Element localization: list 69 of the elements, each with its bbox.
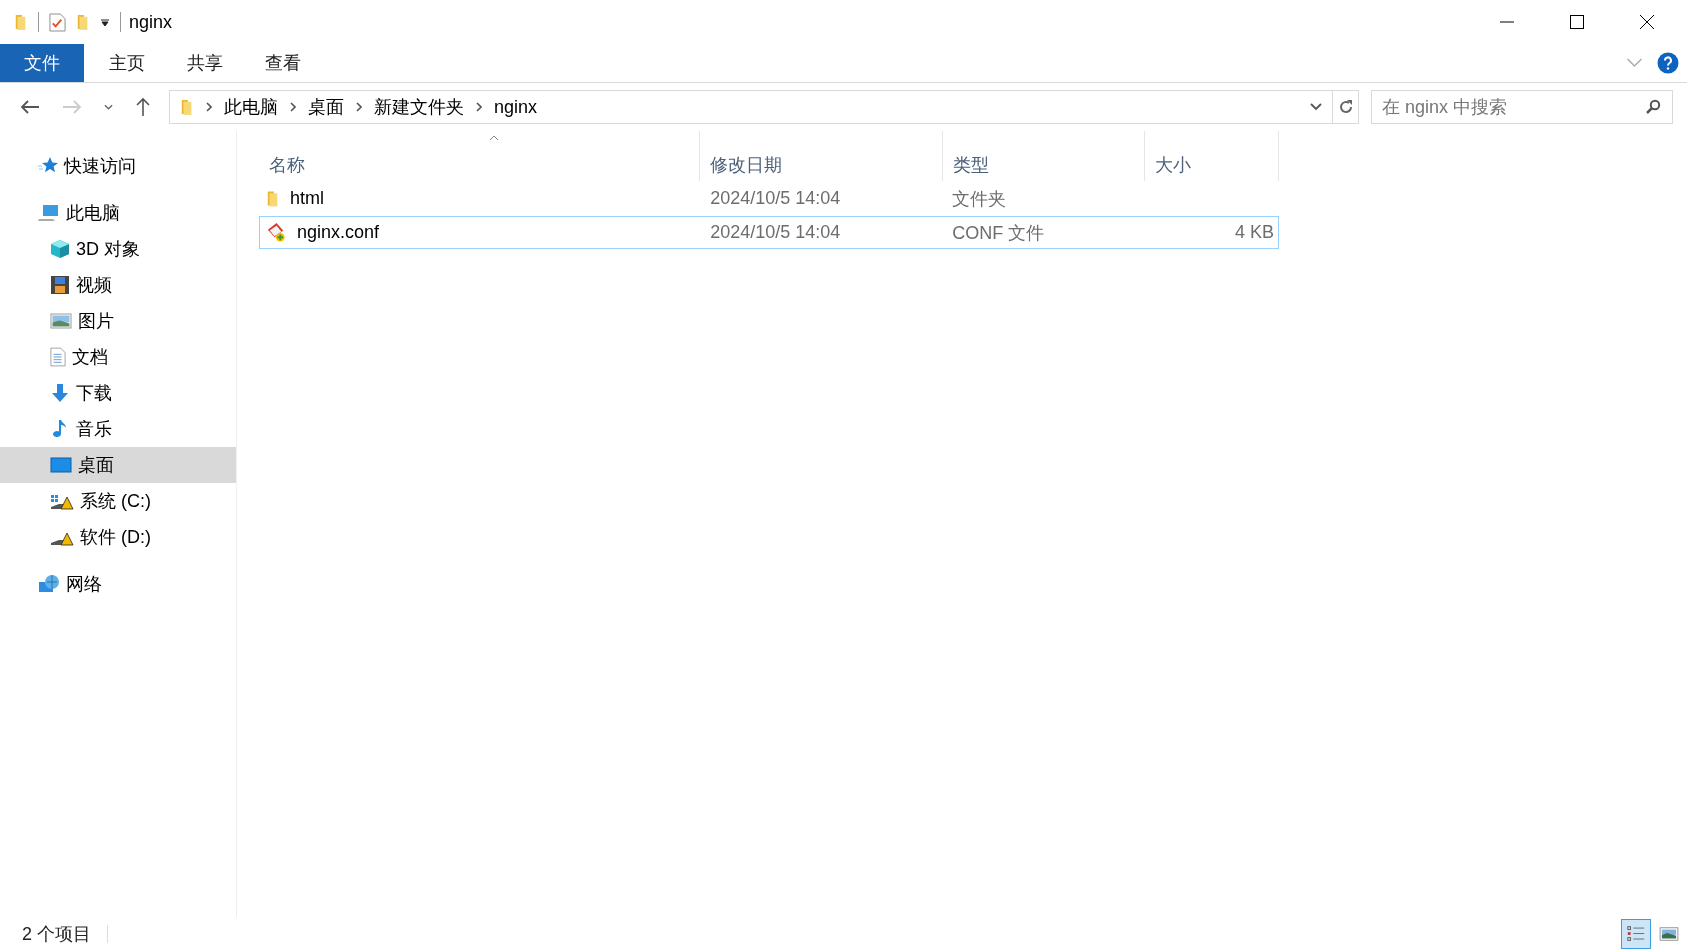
- column-header[interactable]: 类型: [942, 131, 1146, 181]
- sidebar-item[interactable]: 软件 (D:): [0, 519, 236, 555]
- ribbon-tab[interactable]: 主页: [88, 44, 166, 82]
- sort-ascending-icon: [489, 135, 499, 141]
- sidebar-item[interactable]: 系统 (C:): [0, 483, 236, 519]
- list-icon: [1625, 924, 1647, 944]
- maximize-icon[interactable]: [1569, 14, 1585, 30]
- column-header[interactable]: 修改日期: [700, 131, 943, 181]
- sidebar-item[interactable]: 此电脑: [0, 195, 236, 231]
- refresh-icon: [1337, 99, 1354, 115]
- breadcrumb[interactable]: 此电脑: [224, 95, 278, 119]
- ribbon-tab[interactable]: 查看: [244, 44, 322, 82]
- film-strip-icon: [50, 275, 70, 295]
- table-cell-text: 2024/10/5 14:04: [709, 188, 842, 209]
- desktop-icon: [50, 456, 72, 474]
- computer-icon: [38, 203, 60, 223]
- sidebar-item[interactable]: 图片: [0, 303, 236, 339]
- folder-icon: [266, 189, 280, 208]
- folder-icon: [180, 98, 194, 116]
- network-icon: [38, 574, 60, 594]
- table-cell-text: CONF 文件: [951, 221, 1046, 245]
- chevron-icon[interactable]: [356, 102, 362, 112]
- refresh-button[interactable]: [1333, 90, 1359, 124]
- close-icon[interactable]: [1639, 14, 1655, 30]
- file-menu-tab[interactable]: 文件: [0, 44, 84, 82]
- recent-dropdown-icon[interactable]: [104, 104, 113, 110]
- table-cell: 4 KB: [1234, 222, 1274, 243]
- sidebar-item[interactable]: 网络: [0, 566, 236, 602]
- column-header[interactable]: 大小: [1145, 131, 1279, 181]
- down-arrow-icon: [50, 383, 70, 403]
- back-arrow-icon[interactable]: [20, 99, 40, 115]
- chevron-icon[interactable]: [476, 102, 482, 112]
- help-icon[interactable]: [1657, 52, 1679, 74]
- image-icon: [50, 312, 72, 330]
- table-cell-text: 2024/10/5 14:04: [709, 222, 842, 243]
- sidebar-item[interactable]: 快速访问: [0, 148, 236, 184]
- address-bar[interactable]: 此电脑 桌面 新建文件夹 nginx: [169, 90, 1333, 124]
- sidebar-item[interactable]: 视频: [0, 267, 236, 303]
- document-icon: [50, 347, 66, 367]
- sidebar-item[interactable]: 音乐: [0, 411, 236, 447]
- chevron-icon[interactable]: [206, 102, 212, 112]
- column-header[interactable]: 名称: [259, 131, 701, 181]
- search-icon: [1645, 99, 1661, 115]
- up-arrow-icon[interactable]: [135, 97, 151, 117]
- properties-icon[interactable]: [49, 12, 66, 32]
- sidebar-item[interactable]: 下载: [0, 375, 236, 411]
- cube-icon: [50, 239, 70, 259]
- window-title: nginx: [129, 11, 173, 33]
- breadcrumb[interactable]: 桌面: [308, 95, 344, 119]
- item-count: 2 个项目: [22, 923, 91, 946]
- settings-file-icon: [266, 222, 287, 243]
- history-dropdown-icon[interactable]: [1310, 103, 1322, 111]
- file-name: nginx.conf: [297, 222, 380, 243]
- ribbon-tab[interactable]: 共享: [166, 44, 244, 82]
- sidebar-item[interactable]: 3D 对象: [0, 231, 236, 267]
- sidebar-item[interactable]: 桌面: [0, 447, 236, 483]
- dropdown-icon[interactable]: [100, 17, 110, 27]
- file-row[interactable]: html 2024/10/5 14:04 文件夹: [259, 182, 1279, 215]
- chevron-icon[interactable]: [290, 102, 296, 112]
- sidebar-item[interactable]: 文档: [0, 339, 236, 375]
- breadcrumb[interactable]: 新建文件夹: [374, 95, 464, 119]
- details-view-button[interactable]: [1621, 919, 1651, 949]
- file-row[interactable]: nginx.conf 2024/10/5 14:04 CONF 文件 4 KB: [259, 216, 1279, 249]
- image-icon: [1659, 926, 1679, 942]
- file-name: html: [290, 188, 324, 209]
- search-field[interactable]: 在 nginx 中搜索: [1371, 90, 1673, 124]
- folder-icon: [14, 13, 28, 31]
- breadcrumb[interactable]: nginx: [494, 96, 538, 118]
- table-cell-text: 文件夹: [951, 187, 1008, 211]
